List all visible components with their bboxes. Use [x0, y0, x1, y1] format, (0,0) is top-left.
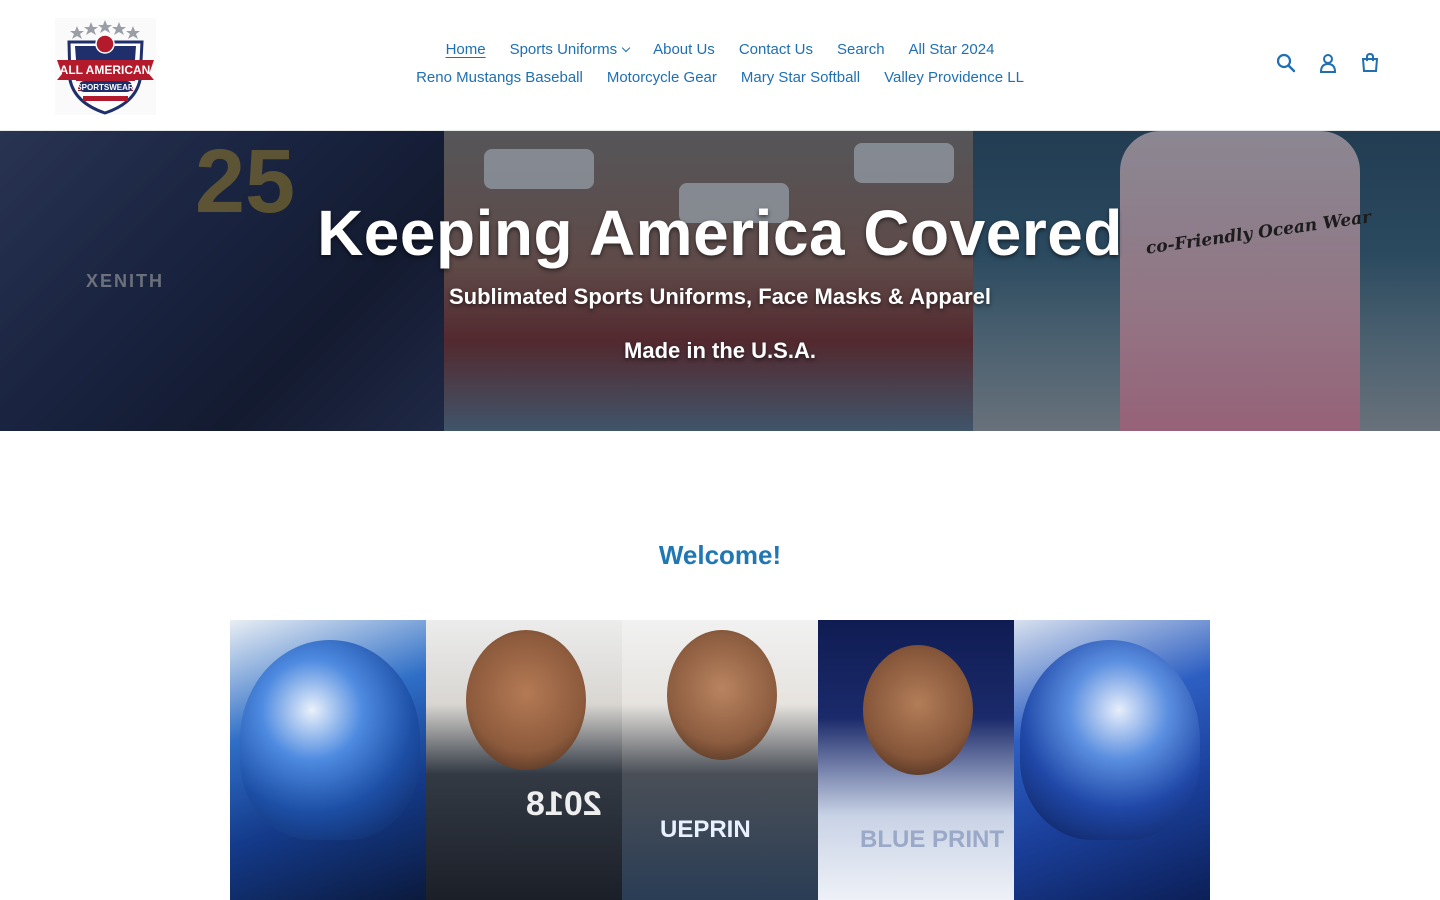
site-logo[interactable]: ALL AMERICAN SPORTSWEAR [55, 18, 156, 115]
hero-subtitle: Sublimated Sports Uniforms, Face Masks &… [449, 284, 991, 309]
chevron-down-icon [621, 43, 631, 53]
gallery-image-helmet-left[interactable] [230, 620, 426, 900]
gallery-image-helmet-right[interactable] [1014, 620, 1210, 900]
site-header: ALL AMERICAN SPORTSWEAR Home Sports Unif… [0, 0, 1440, 131]
jersey-text: 2018 [526, 785, 602, 823]
gallery-image-player-back[interactable]: 2018 [426, 620, 622, 900]
player-head-image [667, 630, 777, 760]
jersey-text: UEPRIN [660, 816, 751, 843]
nav-search[interactable]: Search [825, 36, 897, 64]
nav-valley-providence-ll[interactable]: Valley Providence LL [872, 64, 1036, 92]
gallery-image-player-white-jersey[interactable]: BLUE PRINT [818, 620, 1014, 900]
header-icons [1276, 52, 1380, 74]
nav-home[interactable]: Home [434, 36, 498, 64]
nav-sports-uniforms[interactable]: Sports Uniforms [498, 36, 642, 64]
player-gallery: 2018 UEPRIN BLUE PRINT [230, 620, 1210, 900]
search-icon[interactable] [1276, 52, 1296, 74]
main-nav: Home Sports Uniforms About Us Contact Us… [360, 36, 1080, 92]
nav-mary-star-softball[interactable]: Mary Star Softball [729, 64, 872, 92]
hero-banner: 25 XENITH co-Friendly Ocean Wear Keeping… [0, 131, 1440, 431]
gallery-image-player-chains[interactable]: UEPRIN [622, 620, 818, 900]
nav-about-us[interactable]: About Us [641, 36, 727, 64]
nav-reno-mustangs-baseball[interactable]: Reno Mustangs Baseball [404, 64, 595, 92]
account-icon[interactable] [1318, 52, 1338, 74]
svg-text:ALL AMERICAN: ALL AMERICAN [60, 63, 151, 77]
player-head-image [863, 645, 973, 775]
helmet-image [1020, 640, 1200, 840]
svg-text:SPORTSWEAR: SPORTSWEAR [76, 83, 134, 92]
jersey-text: BLUE PRINT [860, 826, 1004, 853]
nav-row-2: Reno Mustangs Baseball Motorcycle Gear M… [360, 64, 1080, 92]
cart-icon[interactable] [1360, 52, 1380, 74]
nav-all-star-2024[interactable]: All Star 2024 [897, 36, 1007, 64]
player-head-image [466, 630, 586, 770]
nav-row-1: Home Sports Uniforms About Us Contact Us… [360, 36, 1080, 64]
hero-tagline: Made in the U.S.A. [624, 338, 816, 363]
hero-title: Keeping America Covered [317, 197, 1123, 269]
logo-shield-icon: ALL AMERICAN SPORTSWEAR [57, 20, 154, 115]
nav-motorcycle-gear[interactable]: Motorcycle Gear [595, 64, 729, 92]
welcome-heading: Welcome! [658, 540, 782, 570]
helmet-image [240, 640, 420, 840]
nav-contact-us[interactable]: Contact Us [727, 36, 825, 64]
hero-text-block: Keeping America Covered Sublimated Sport… [0, 131, 1440, 431]
